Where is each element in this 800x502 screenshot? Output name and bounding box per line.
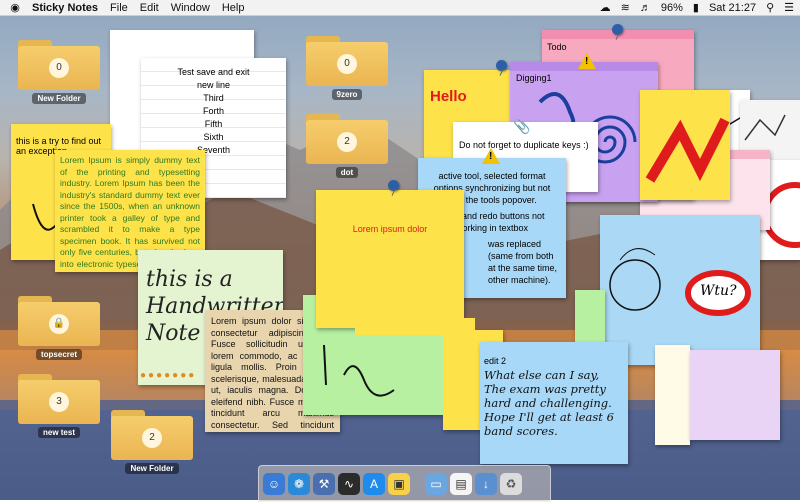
warning-icon: ! (578, 53, 596, 69)
trash-icon[interactable]: ♻ (500, 472, 522, 495)
note-edit2[interactable]: edit 2 What else can I say, The exam was… (480, 342, 628, 464)
note-red-drawing[interactable] (640, 90, 730, 200)
note-green-drawing-2 (304, 335, 444, 415)
folder-9zero[interactable]: 0 9zero (306, 36, 388, 100)
spotlight-icon[interactable]: ⚲ (766, 1, 774, 14)
folder-count-badge: 3 (49, 392, 69, 412)
line-2: new line (196, 80, 231, 90)
apple-menu-icon[interactable]: ◉ (6, 1, 24, 14)
notification-center-icon[interactable]: ☰ (784, 1, 794, 14)
battery-icon[interactable]: ▮ (693, 1, 699, 14)
battery-percent[interactable]: 96% (661, 2, 683, 14)
menu-file[interactable]: File (110, 2, 128, 14)
document-icon[interactable]: ▤ (450, 472, 472, 495)
note-small-cream[interactable] (655, 345, 690, 445)
line-1: Test save and exit (177, 67, 250, 77)
folder-icon[interactable]: ▭ (425, 472, 447, 495)
lorem-red-text: Lorem ipsum dolor (352, 224, 428, 234)
squiggle-drawing (323, 344, 395, 397)
paperclip-icon: 📎 (513, 118, 531, 134)
menu-window[interactable]: Window (171, 2, 210, 14)
note-small-green[interactable] (575, 290, 605, 350)
red-strokes-drawing (645, 117, 730, 183)
folder-label: 9zero (331, 89, 363, 100)
line-3: Third (203, 93, 224, 103)
pin-icon (612, 24, 623, 35)
folder-count-badge: 2 (337, 132, 357, 152)
wtu-text: Wtu? (700, 283, 737, 299)
edit2-title: edit 2 (484, 356, 507, 366)
folder-new-folder-2[interactable]: 2 New Folder (111, 410, 193, 474)
line-4: Forth (202, 106, 224, 116)
finder-icon[interactable]: ☺ (263, 472, 285, 495)
folder-label: dot (335, 167, 359, 178)
menu-help[interactable]: Help (222, 2, 245, 14)
folder-label: new test (37, 427, 80, 438)
sticky-notes-icon[interactable]: ▣ (388, 472, 410, 495)
folder-label: New Folder (32, 93, 86, 104)
note-small-purple[interactable] (690, 350, 780, 440)
activity-monitor-icon[interactable]: ∿ (338, 472, 360, 495)
folder-new-test[interactable]: 3 new test (18, 374, 100, 438)
dock-divider (417, 472, 418, 495)
cloud-upload-icon[interactable]: ☁ (600, 1, 611, 14)
folder-dot[interactable]: 2 dot (306, 114, 388, 178)
line-6: Sixth (203, 132, 224, 142)
wifi-icon[interactable]: ≋ (621, 1, 630, 14)
dots-pattern: ●●●●●●● (140, 370, 197, 381)
note-lorem-red[interactable]: Lorem ipsum dolor (316, 190, 464, 328)
folder-count-badge: 0 (49, 58, 69, 78)
pin-icon (496, 60, 507, 71)
folder-new-folder[interactable]: 0 New Folder (18, 40, 100, 104)
line-5: Fifth (204, 119, 223, 129)
warning-icon: ! (482, 148, 500, 164)
menu-bar: ◉ Sticky Notes File Edit Window Help ☁ ≋… (0, 0, 800, 16)
clock[interactable]: Sat 21:27 (709, 2, 756, 14)
folder-label: New Folder (125, 463, 179, 474)
test-save-lines: Test save and exit new line Third Forth … (141, 58, 286, 157)
edit2-text: What else can I say, The exam was pretty… (484, 368, 614, 438)
pin-icon (388, 180, 399, 191)
lock-icon: 🔒 (49, 314, 69, 334)
hello-text: Hello (430, 88, 467, 105)
menu-edit[interactable]: Edit (140, 2, 159, 14)
dock: ☺ ❁ ⚒ ∿ A ▣ ▭ ▤ ↓ ♻ (258, 465, 551, 502)
downloads-icon[interactable]: ↓ (475, 472, 497, 495)
folder-label: topsecret (35, 349, 82, 360)
status-area: ☁ ≋ ♬ 96% ▮ Sat 21:27 ⚲ ☰ (600, 0, 794, 15)
volume-icon[interactable]: ♬ (640, 2, 651, 14)
folder-count-badge: 0 (337, 54, 357, 74)
folder-topsecret[interactable]: 🔒 topsecret (18, 296, 100, 360)
folder-count-badge: 2 (142, 428, 162, 448)
xcode-icon[interactable]: ⚒ (313, 472, 335, 495)
menu-app-name[interactable]: Sticky Notes (32, 2, 98, 14)
appstore-icon[interactable]: A (363, 472, 385, 495)
todo-title: Todo (547, 42, 567, 52)
safari-icon[interactable]: ❁ (288, 472, 310, 495)
